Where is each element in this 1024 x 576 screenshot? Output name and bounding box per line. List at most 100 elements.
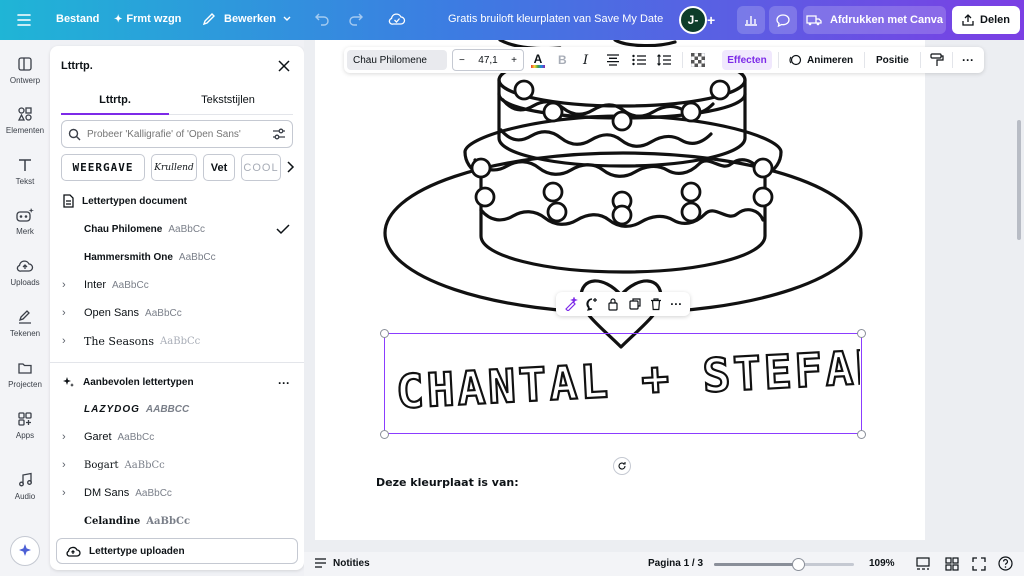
increase-size-button[interactable]: + — [511, 55, 517, 66]
filter-icon[interactable] — [272, 128, 286, 140]
file-menu[interactable]: Bestand — [48, 13, 107, 25]
chip-bold[interactable]: Vet — [203, 154, 235, 181]
font-row[interactable]: Hammersmith One AaBbCc — [62, 246, 294, 268]
chevron-right-icon[interactable]: › — [62, 487, 84, 499]
more-options-icon[interactable]: ··· — [278, 376, 290, 390]
duplicate-icon[interactable] — [628, 297, 642, 311]
effects-button[interactable]: Effecten — [722, 50, 772, 70]
chevron-right-icon[interactable]: › — [62, 335, 84, 347]
text-color-button[interactable]: A — [530, 47, 546, 73]
transparency-icon[interactable] — [691, 47, 705, 73]
rail-item-apps[interactable]: Apps — [0, 411, 50, 440]
paint-roller-icon[interactable] — [930, 47, 944, 73]
document-title[interactable]: Gratis bruiloft kleurplaten van Save My … — [440, 13, 671, 25]
resize-handle[interactable] — [380, 430, 389, 439]
position-button[interactable]: Positie — [876, 47, 909, 73]
font-row[interactable]: › Garet AaBbCc — [62, 426, 294, 448]
font-row[interactable]: › DM Sans AaBbCc — [62, 482, 294, 504]
font-family-label: Chau Philomene — [353, 54, 427, 66]
help-icon[interactable] — [998, 556, 1013, 574]
rotate-handle[interactable] — [613, 457, 631, 475]
chip-curly[interactable]: Krullend — [151, 154, 197, 181]
zoom-value[interactable]: 109% — [869, 558, 895, 569]
rail-item-design[interactable]: Ontwerp — [0, 56, 50, 85]
chevron-right-icon[interactable]: › — [62, 279, 84, 291]
decrease-size-button[interactable]: − — [459, 55, 465, 66]
insights-button[interactable] — [737, 6, 765, 34]
rail-item-brand[interactable]: Merk — [0, 207, 50, 236]
font-row[interactable]: Celandine AaBbCc — [62, 510, 294, 532]
rail-label: Uploads — [10, 278, 40, 287]
font-row[interactable]: Chau Philomene AaBbCc — [62, 218, 294, 240]
zoom-slider[interactable] — [714, 558, 854, 571]
tab-text-styles[interactable]: Tekststijlen — [174, 94, 282, 106]
names-text[interactable]: CHANTAL + STEFAN — [390, 336, 860, 432]
notes-button[interactable]: Notities — [314, 557, 370, 569]
animate-button[interactable]: Animeren — [788, 47, 853, 73]
rail-item-text[interactable]: Tekst — [0, 157, 50, 186]
spacing-icon[interactable] — [657, 47, 671, 73]
edit-menu[interactable]: Bewerken — [202, 12, 292, 26]
chevron-right-icon[interactable]: › — [62, 307, 84, 319]
checkmark-icon — [276, 224, 290, 235]
font-family-select[interactable]: Chau Philomene — [347, 50, 447, 70]
menu-icon[interactable] — [10, 6, 38, 34]
font-row[interactable]: › Open Sans AaBbCc — [62, 302, 294, 324]
close-icon[interactable] — [276, 58, 292, 74]
avatar[interactable]: J- — [679, 6, 707, 34]
resize-handle[interactable] — [380, 329, 389, 338]
tab-fonts[interactable]: Lttrtp. — [61, 94, 169, 106]
undo-icon[interactable] — [314, 12, 330, 29]
chip-label: Krullend — [154, 162, 194, 173]
font-row[interactable]: › Inter AaBbCc — [62, 274, 294, 296]
font-name: Hammersmith One — [84, 251, 173, 263]
font-sample: AABBCC — [145, 403, 190, 415]
share-button[interactable]: Delen — [952, 6, 1020, 34]
fullscreen-icon[interactable] — [972, 557, 986, 574]
chip-display[interactable]: WEERGAVE — [61, 154, 145, 181]
cloud-upload-icon — [66, 546, 81, 557]
cake-illustration[interactable] — [315, 40, 925, 370]
rotate-icon — [618, 462, 626, 470]
more-options-icon[interactable]: ··· — [670, 297, 682, 311]
font-row[interactable]: LAZYDOG AABBCC — [62, 398, 294, 420]
align-center-icon[interactable] — [606, 47, 620, 73]
vertical-scrollbar[interactable] — [1017, 120, 1021, 240]
list-icon[interactable] — [632, 47, 646, 73]
comment-button[interactable] — [769, 6, 797, 34]
add-collaborator-icon[interactable]: + — [707, 12, 715, 28]
redo-icon[interactable] — [348, 12, 364, 29]
font-row[interactable]: › Bogart AaBbCc — [62, 454, 294, 476]
font-name: DM Sans — [84, 487, 130, 499]
comment-add-icon[interactable] — [585, 297, 599, 311]
page-view-icon[interactable] — [916, 557, 930, 574]
lock-icon[interactable] — [606, 297, 620, 311]
upload-font-button[interactable]: Lettertype uploaden — [56, 538, 298, 564]
italic-icon[interactable]: I — [583, 47, 588, 73]
cloud-saved-icon[interactable] — [388, 12, 406, 29]
font-row[interactable]: › The Seasons AaBbCc — [62, 330, 294, 352]
magic-assistant-button[interactable] — [10, 536, 40, 566]
owner-text[interactable]: Deze kleurplaat is van: — [376, 476, 519, 489]
bold-icon[interactable]: B — [558, 47, 567, 73]
resize-menu[interactable]: ✦ Frmt wzgn — [114, 13, 181, 25]
trash-icon[interactable] — [649, 297, 663, 311]
font-size-value[interactable]: 47,1 — [478, 55, 497, 66]
rail-item-projects[interactable]: Projecten — [0, 360, 50, 389]
chip-cool[interactable]: COOL — [241, 154, 281, 181]
zoom-slider-handle[interactable] — [792, 558, 805, 571]
print-button[interactable]: Afdrukken met Canva — [803, 6, 946, 34]
more-options-icon[interactable]: ··· — [962, 47, 974, 73]
grid-view-icon[interactable] — [945, 557, 959, 574]
chevron-right-icon[interactable]: › — [62, 431, 84, 443]
rail-item-audio[interactable]: Audio — [0, 472, 50, 501]
left-rail: Ontwerp Elementen Tekst Merk Uploads Tek… — [0, 40, 50, 576]
page-indicator[interactable]: Pagina 1 / 3 — [648, 558, 703, 569]
magic-edit-icon[interactable] — [564, 297, 578, 311]
font-search-input[interactable] — [87, 128, 272, 140]
rail-item-draw[interactable]: Tekenen — [0, 309, 50, 338]
rail-item-elements[interactable]: Elementen — [0, 106, 50, 135]
rail-item-uploads[interactable]: Uploads — [0, 258, 50, 287]
chevron-right-icon[interactable] — [285, 160, 295, 179]
chevron-right-icon[interactable]: › — [62, 459, 84, 471]
